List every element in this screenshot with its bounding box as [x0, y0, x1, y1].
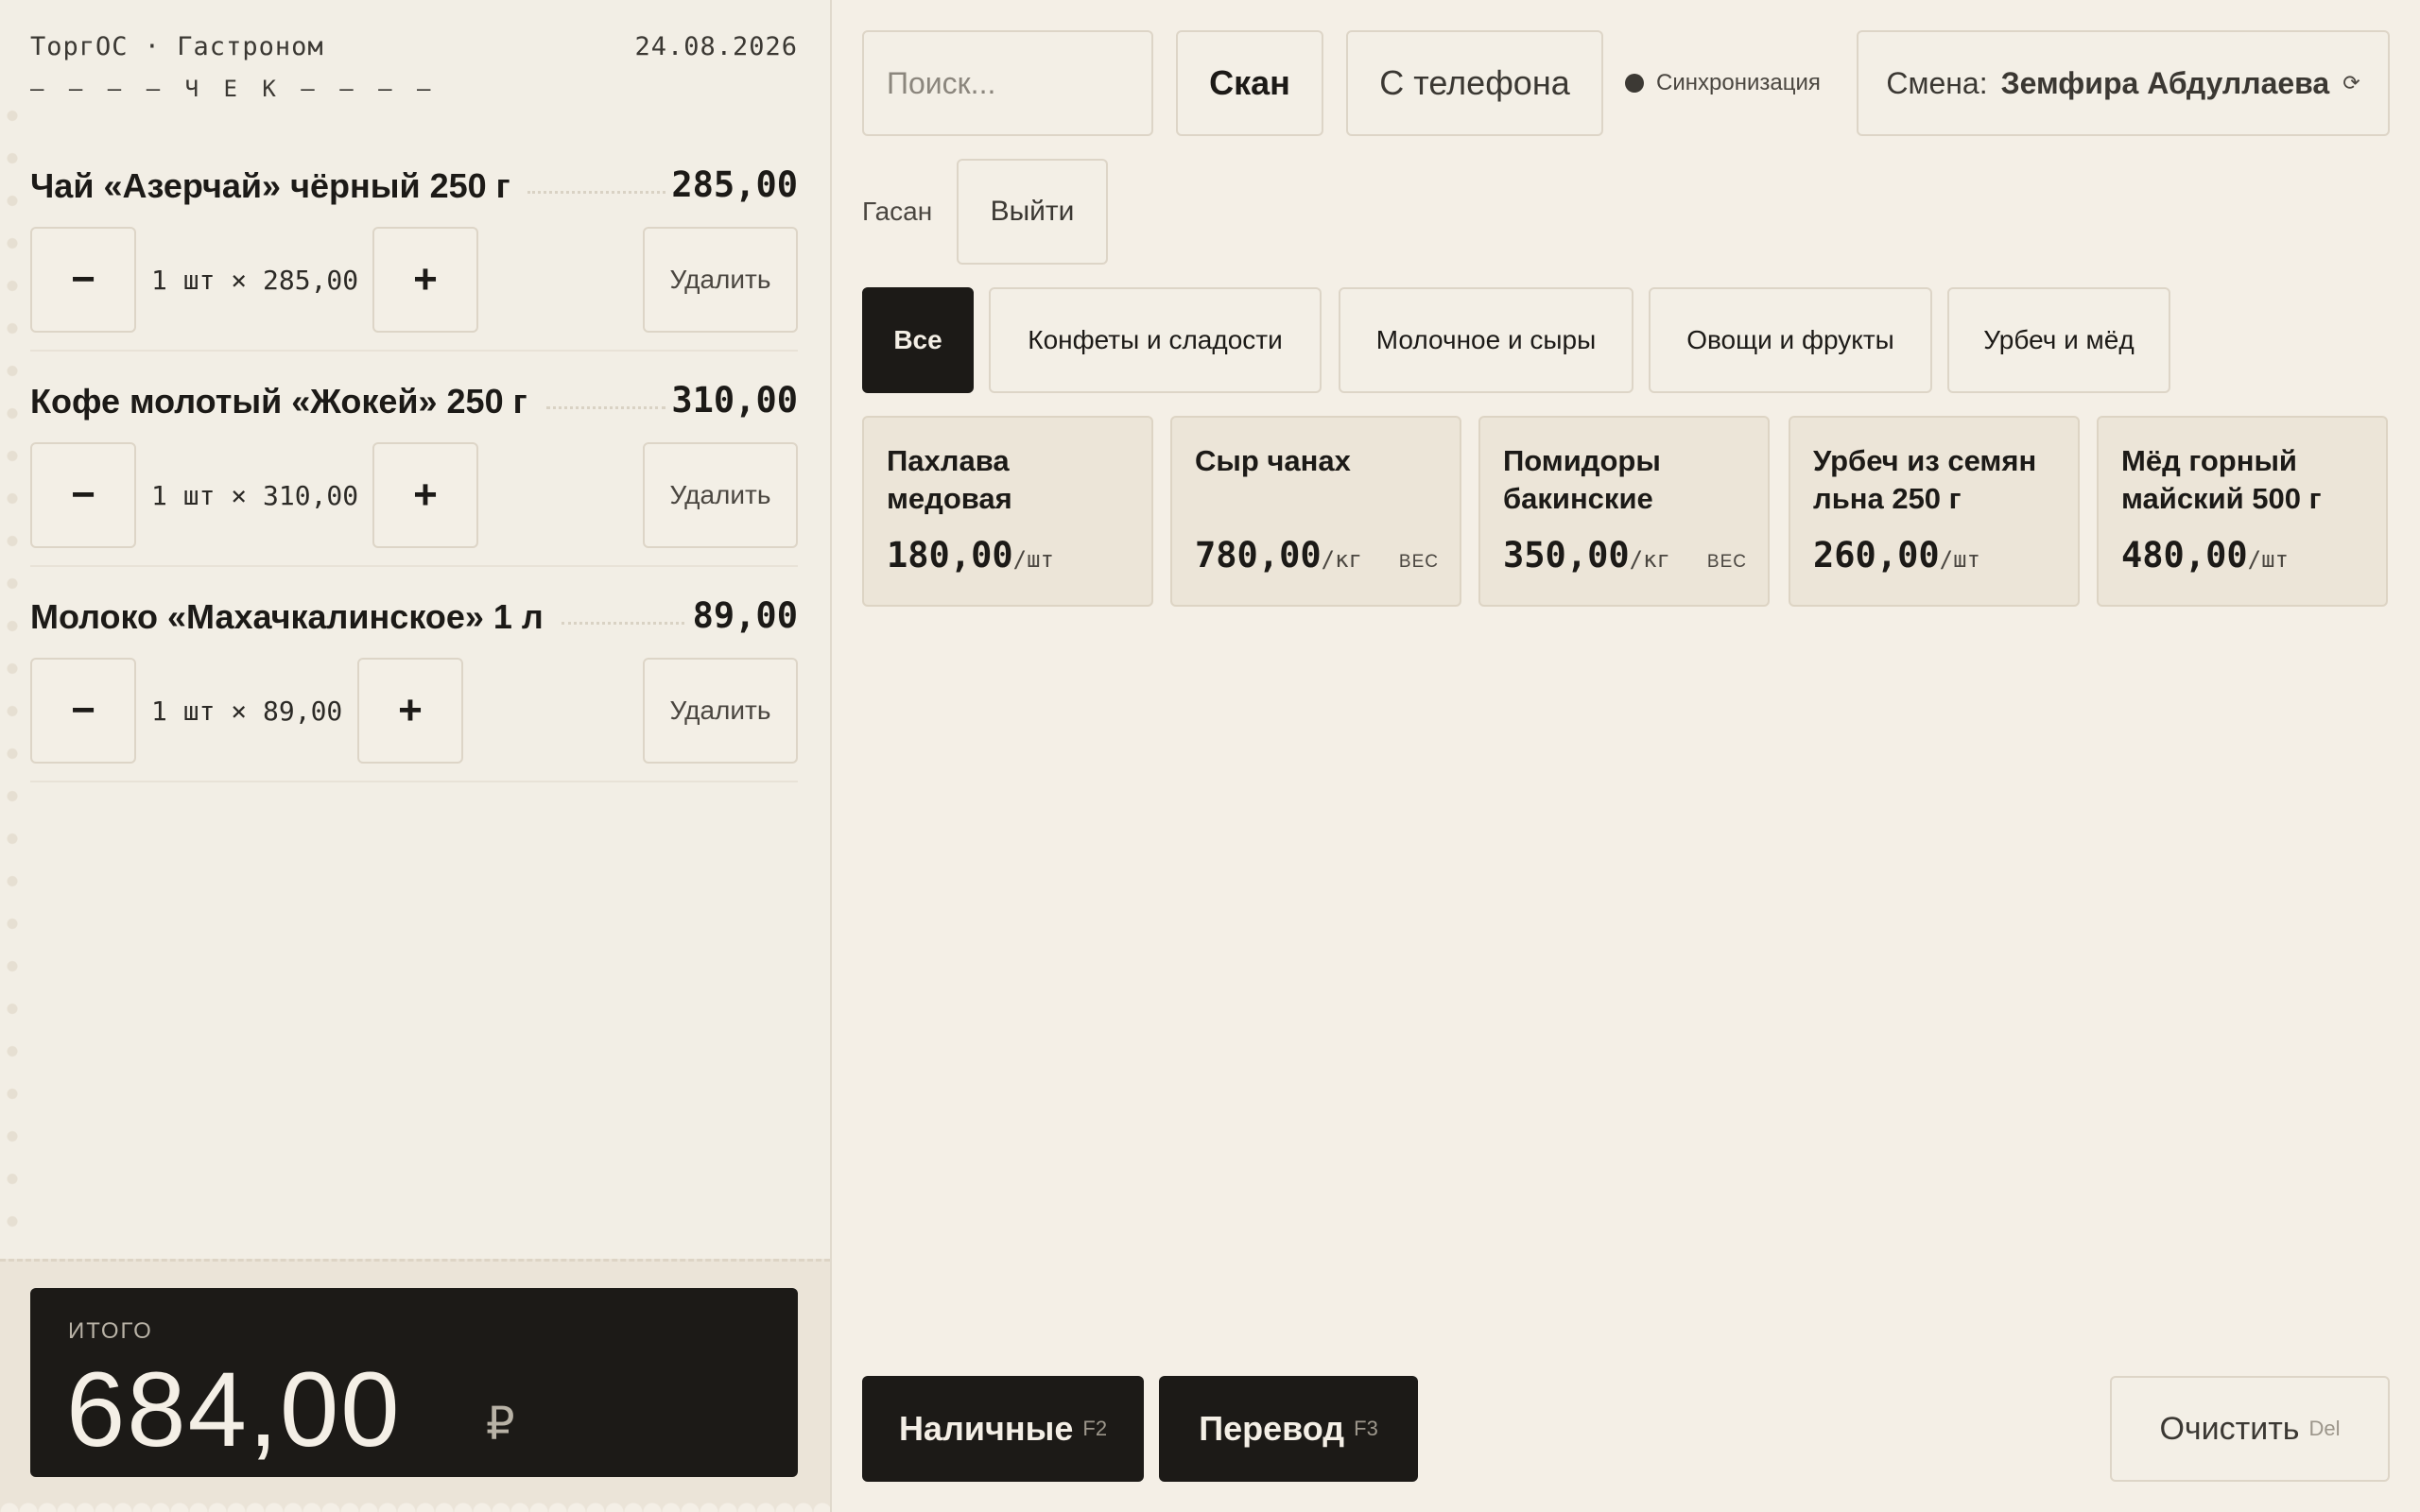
receipt-panel: ТоргОС · Гастроном 24.08.2026 — — — — Ч … [0, 0, 832, 1512]
search-input[interactable] [862, 30, 1153, 136]
item-price: 89,00 [692, 595, 798, 636]
increase-quantity-button[interactable]: + [357, 658, 463, 764]
item-price: 285,00 [671, 164, 798, 205]
decrease-quantity-button[interactable]: − [30, 442, 136, 548]
refresh-icon: ⟳ [2342, 71, 2360, 94]
product-name: Пахлава медовая [887, 444, 1012, 515]
receipt-date: 24.08.2026 [634, 32, 798, 61]
total-value: 684,00 [66, 1350, 402, 1469]
product-unit: /шт [1012, 546, 1055, 573]
category-tab-urbech-honey[interactable]: Урбеч и мёд [1947, 287, 2170, 393]
logout-button[interactable]: Выйти [957, 159, 1108, 265]
product-card[interactable]: Урбеч из семян льна 250 г 260,00/шт [1789, 416, 2080, 607]
product-unit: /шт [1939, 546, 1981, 573]
item-divider [30, 565, 798, 567]
shift-label: Смена: [1886, 65, 1988, 100]
delete-item-button[interactable]: Удалить [643, 658, 798, 764]
item-leader-dots [527, 191, 666, 194]
item-divider [30, 350, 798, 352]
sync-status-label: Синхронизация [1656, 70, 1821, 95]
receipt-title: — — — — Ч Е К — — — — [30, 76, 437, 102]
product-name: Мёд горный майский 500 г [2121, 444, 2322, 515]
category-tab-all[interactable]: Все [862, 287, 974, 393]
item-quantity: 1 шт × 89,00 [151, 696, 343, 727]
currency-symbol: ₽ [486, 1400, 515, 1450]
from-phone-button[interactable]: С телефона [1346, 30, 1603, 136]
product-price: 350,00/кг [1503, 535, 1670, 576]
product-price: 480,00/шт [2121, 535, 2289, 576]
sync-status-dot [1625, 74, 1644, 93]
category-tab-dairy[interactable]: Молочное и сыры [1339, 287, 1634, 393]
hotkey-hint: F2 [1082, 1417, 1108, 1440]
category-tab-vegetables[interactable]: Овощи и фрукты [1649, 287, 1932, 393]
shift-user-name: Земфира Абдуллаева [2000, 65, 2330, 100]
minus-icon: − [71, 256, 95, 302]
decrease-quantity-button[interactable]: − [30, 658, 136, 764]
delete-item-button[interactable]: Удалить [643, 227, 798, 333]
product-card[interactable]: Мёд горный майский 500 г 480,00/шт [2097, 416, 2388, 607]
product-price: 180,00/шт [887, 535, 1054, 576]
store-name: ТоргОС · Гастроном [30, 32, 324, 61]
minus-icon: − [71, 687, 95, 733]
item-name: Молоко «Махачкалинское» 1 л [30, 597, 544, 636]
total-section: ИТОГО 684,00 ₽ [0, 1259, 830, 1512]
product-card[interactable]: Сыр чанах 780,00/кг ВЕС [1170, 416, 1461, 607]
receipt-perforation [7, 94, 18, 1247]
product-unit: /кг [1321, 546, 1363, 573]
category-tab-sweets[interactable]: Конфеты и сладости [989, 287, 1322, 393]
weight-badge: ВЕС [1706, 552, 1747, 572]
plus-icon: + [398, 687, 423, 733]
product-name: Урбеч из семян льна 250 г [1813, 444, 2037, 515]
product-price: 780,00/кг [1195, 535, 1362, 576]
receipt-tear-edge [0, 1497, 830, 1512]
item-quantity: 1 шт × 310,00 [151, 480, 359, 511]
decrease-quantity-button[interactable]: − [30, 227, 136, 333]
scan-button[interactable]: Скан [1176, 30, 1323, 136]
product-card[interactable]: Пахлава медовая 180,00/шт [862, 416, 1153, 607]
current-user-label: Гасан [862, 197, 933, 226]
receipt-item: Кофе молотый «Жокей» 250 г 310,00 − 1 шт… [30, 380, 798, 597]
pay-cash-button[interactable]: Наличные F2 [862, 1376, 1144, 1482]
clear-label: Очистить [2159, 1410, 2300, 1447]
product-price-value: 180,00 [887, 535, 1013, 576]
plus-icon: + [413, 472, 438, 518]
receipt-item: Молоко «Махачкалинское» 1 л 89,00 − 1 шт… [30, 595, 798, 813]
weight-badge: ВЕС [1398, 552, 1439, 572]
item-leader-dots [546, 406, 666, 409]
product-price-value: 260,00 [1813, 535, 1940, 576]
product-card[interactable]: Помидоры бакинские 350,00/кг ВЕС [1478, 416, 1770, 607]
product-price-value: 480,00 [2121, 535, 2248, 576]
minus-icon: − [71, 472, 95, 518]
delete-item-button[interactable]: Удалить [643, 442, 798, 548]
increase-quantity-button[interactable]: + [372, 227, 478, 333]
item-name: Кофе молотый «Жокей» 250 г [30, 382, 527, 421]
receipt-header: ТоргОС · Гастроном 24.08.2026 — — — — Ч … [30, 30, 798, 106]
shift-button[interactable]: Смена: Земфира Абдуллаева ⟳ [1857, 30, 2390, 136]
total-box: ИТОГО 684,00 ₽ [30, 1288, 798, 1477]
pay-transfer-label: Перевод [1199, 1409, 1345, 1448]
item-price: 310,00 [671, 380, 798, 421]
product-price-value: 780,00 [1195, 535, 1322, 576]
item-leader-dots [562, 622, 684, 625]
item-divider [30, 781, 798, 782]
product-price: 260,00/шт [1813, 535, 1980, 576]
product-name: Помидоры бакинские [1503, 444, 1661, 515]
plus-icon: + [413, 256, 438, 302]
item-quantity: 1 шт × 285,00 [151, 265, 359, 296]
pay-cash-label: Наличные [898, 1409, 1074, 1448]
product-unit: /кг [1629, 546, 1671, 573]
receipt-item: Чай «Азерчай» чёрный 250 г 285,00 − 1 шт… [30, 164, 798, 382]
pay-transfer-button[interactable]: Перевод F3 [1159, 1376, 1418, 1482]
product-price-value: 350,00 [1503, 535, 1630, 576]
product-name: Сыр чанах [1195, 444, 1351, 477]
total-label: ИТОГО [68, 1318, 153, 1344]
increase-quantity-button[interactable]: + [372, 442, 478, 548]
item-name: Чай «Азерчай» чёрный 250 г [30, 166, 510, 205]
product-unit: /шт [2247, 546, 2290, 573]
hotkey-hint: F3 [1354, 1417, 1378, 1440]
hotkey-hint: Del [2308, 1417, 2341, 1440]
clear-receipt-button[interactable]: Очистить Del [2110, 1376, 2390, 1482]
